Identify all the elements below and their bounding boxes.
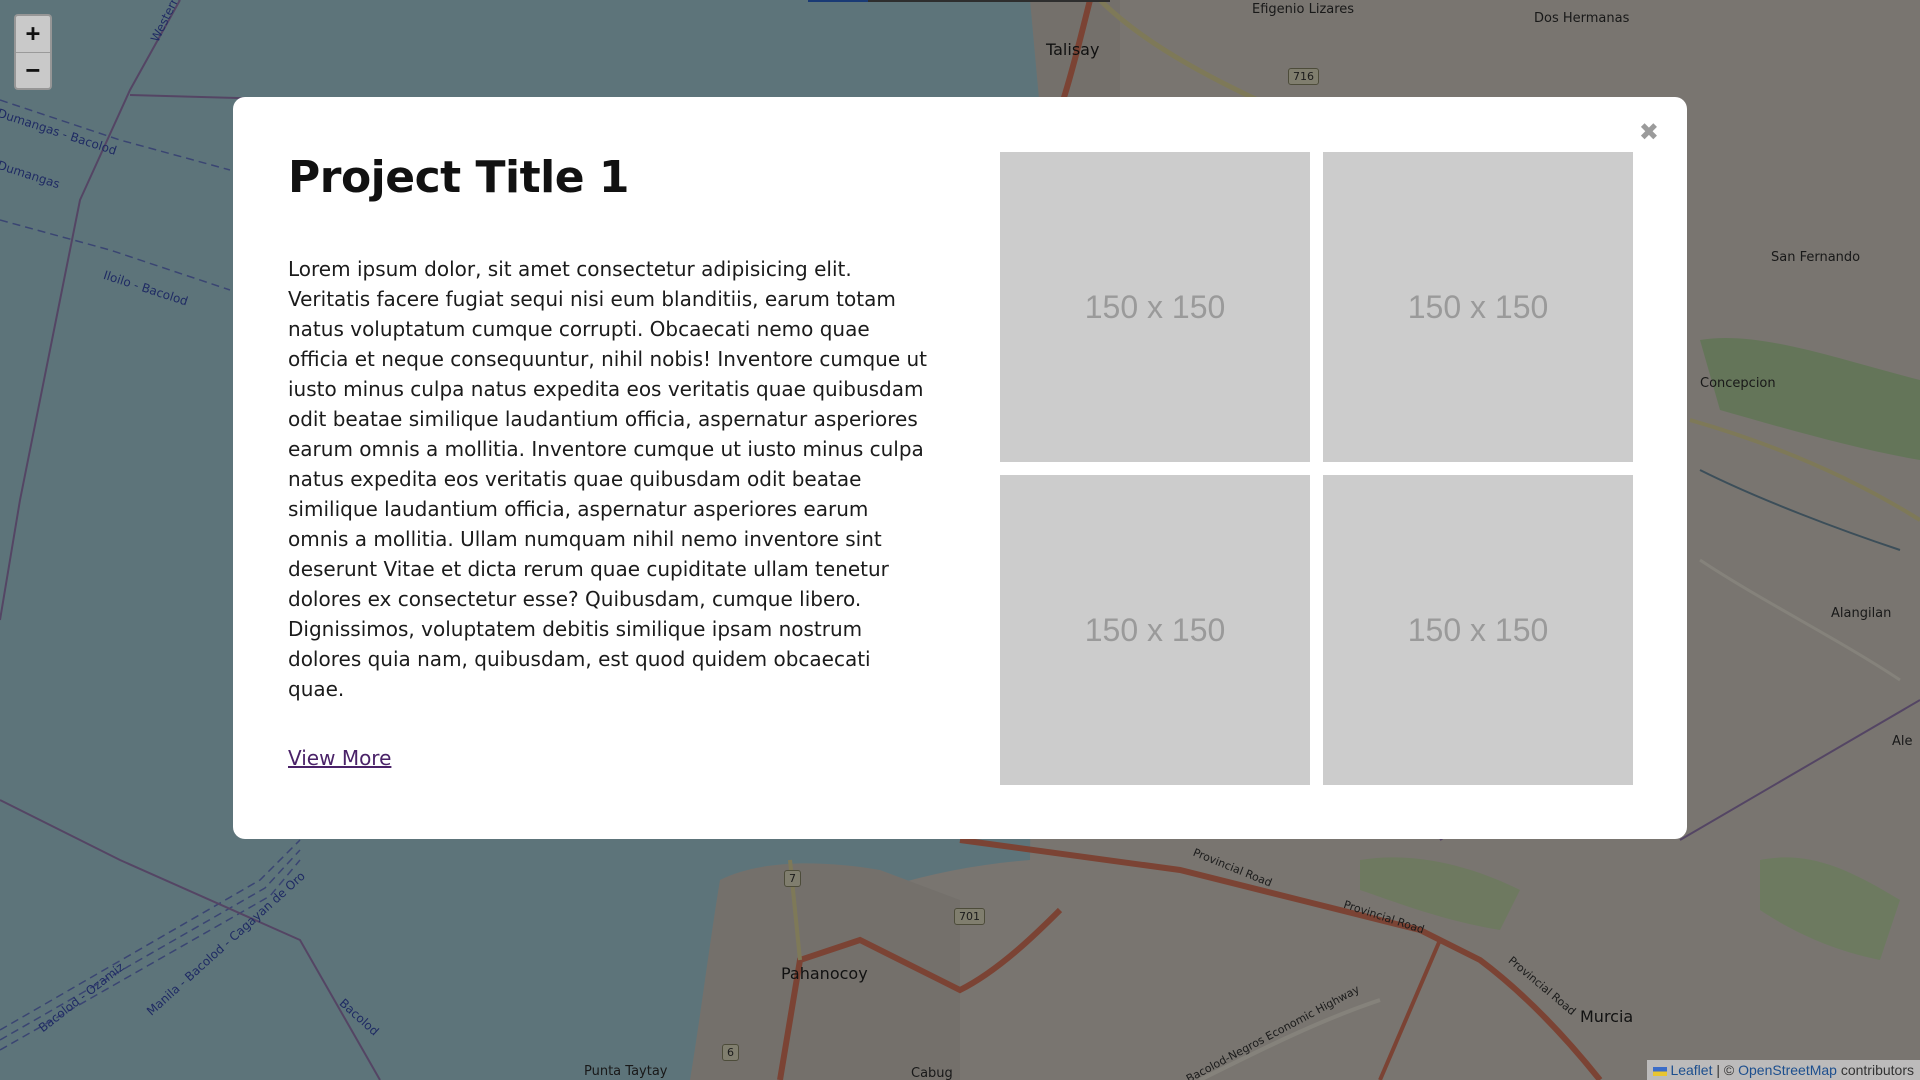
leaflet-link[interactable]: Leaflet <box>1670 1062 1712 1078</box>
attribution-contributors: contributors <box>1836 1062 1914 1078</box>
gallery-image-2[interactable]: 150 x 150 <box>1323 152 1633 462</box>
project-description: Lorem ipsum dolor, sit amet consectetur … <box>288 257 928 701</box>
attribution-separator: | © <box>1712 1062 1739 1078</box>
gallery-image-3[interactable]: 150 x 150 <box>1000 475 1310 785</box>
gallery-image-4[interactable]: 150 x 150 <box>1323 475 1633 785</box>
zoom-out-button[interactable]: − <box>16 52 50 88</box>
openstreetmap-link[interactable]: OpenStreetMap <box>1738 1062 1837 1078</box>
project-gallery: 150 x 150 150 x 150 150 x 150 150 x 150 <box>1000 152 1633 785</box>
project-details: Project Title 1 Lorem ipsum dolor, sit a… <box>288 152 928 770</box>
zoom-control: + − <box>14 14 52 90</box>
gallery-image-1[interactable]: 150 x 150 <box>1000 152 1310 462</box>
view-more-link[interactable]: View More <box>288 746 391 770</box>
project-modal: ✖ Project Title 1 Lorem ipsum dolor, sit… <box>233 97 1687 839</box>
ukraine-flag-icon <box>1653 1066 1668 1076</box>
zoom-in-button[interactable]: + <box>16 16 50 52</box>
project-title: Project Title 1 <box>288 152 630 203</box>
close-icon[interactable]: ✖ <box>1639 119 1659 145</box>
map-attribution: Leaflet | © OpenStreetMap contributors <box>1647 1060 1920 1080</box>
